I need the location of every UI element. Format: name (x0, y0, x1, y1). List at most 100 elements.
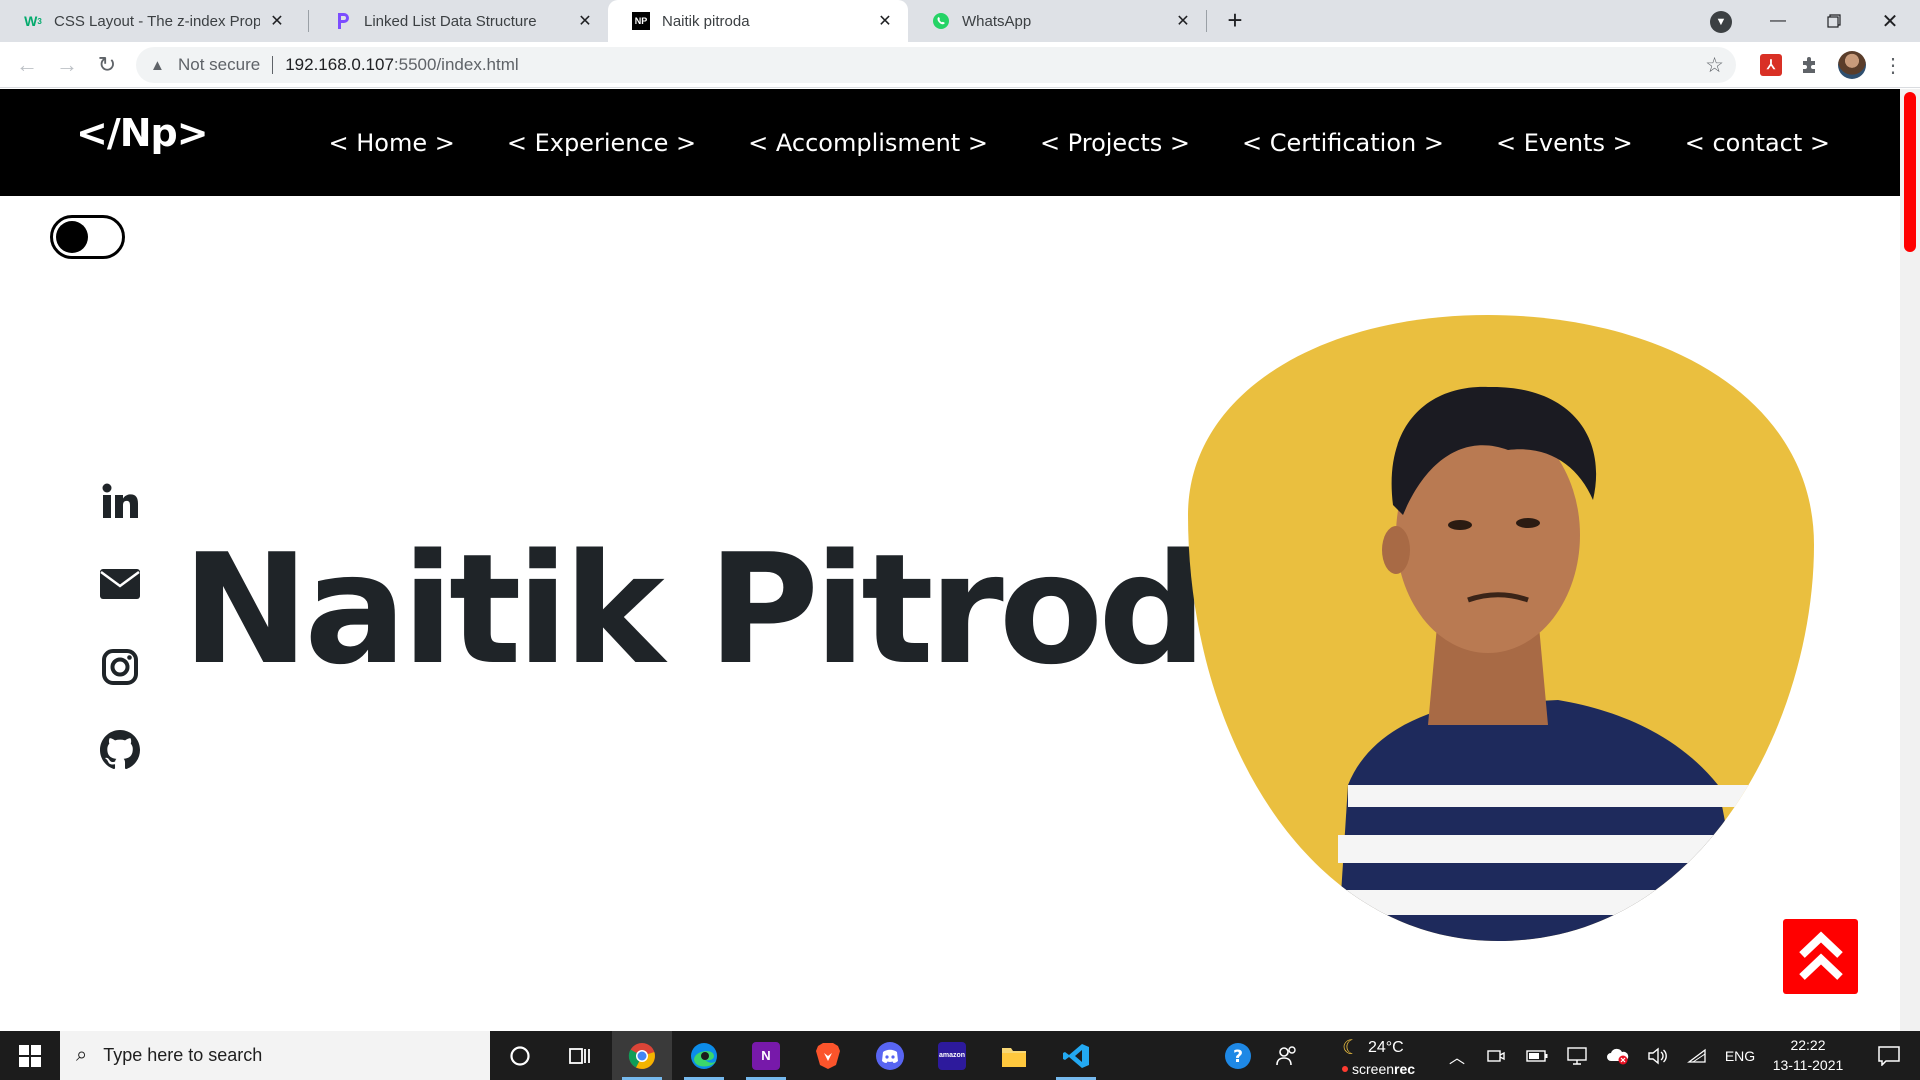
nav-projects[interactable]: < Projects > (1040, 129, 1190, 157)
search-icon: ⌕ (76, 1044, 88, 1066)
profile-photo (1188, 315, 1814, 941)
menu-dots-icon[interactable]: ⋮ (1880, 52, 1906, 78)
linkedin-icon[interactable] (98, 479, 142, 523)
url-text[interactable]: 192.168.0.107:5500/index.html (285, 55, 518, 75)
restore-icon (1827, 14, 1841, 28)
tab-whatsapp[interactable]: WhatsApp ✕ (908, 0, 1206, 42)
camera-icon[interactable] (1484, 1031, 1508, 1080)
battery-icon[interactable] (1524, 1031, 1550, 1080)
language-text: ENG (1724, 1047, 1756, 1064)
url-path: :5500/index.html (393, 55, 519, 74)
double-chevron-up-icon (1798, 930, 1843, 980)
help-icon[interactable]: ? (1220, 1031, 1256, 1080)
svg-text:?: ? (1233, 1047, 1243, 1067)
clock[interactable]: 22:22 13-11-2021 (1756, 1035, 1860, 1075)
programiz-icon (334, 12, 352, 30)
github-icon[interactable] (98, 728, 142, 772)
browser-toolbar: ← → ↻ ▲ Not secure 192.168.0.107:5500/in… (0, 42, 1920, 88)
recording-dot-icon (1342, 1066, 1348, 1072)
volume-icon[interactable] (1644, 1031, 1670, 1080)
language-indicator[interactable]: ENG (1722, 1031, 1758, 1080)
tab-title: CSS Layout - The z-index Property (54, 12, 260, 30)
recorder-label-bold: rec (1394, 1061, 1416, 1077)
bookmark-star-icon[interactable]: ☆ (1705, 53, 1724, 78)
close-icon[interactable]: ✕ (876, 12, 894, 30)
browser-tab-strip: W3 CSS Layout - The z-index Property ✕ L… (0, 0, 1920, 42)
search-placeholder: Type here to search (103, 1045, 263, 1065)
tab-title: WhatsApp (962, 12, 1032, 30)
tab-linked-list[interactable]: Linked List Data Structure ✕ (310, 0, 608, 42)
tab-search-icon[interactable]: ▼ (1710, 11, 1732, 33)
close-window-button[interactable]: ✕ (1862, 0, 1918, 42)
tab-css-layout[interactable]: W3 CSS Layout - The z-index Property ✕ (0, 0, 300, 42)
onenote-icon[interactable]: N (736, 1031, 796, 1080)
nav-accomplisment[interactable]: < Accomplisment > (748, 129, 988, 157)
windows-taskbar: ⌕ Type here to search N amazon ? ☾ 24°C (0, 1031, 1920, 1080)
pdf-extension-icon[interactable]: ⅄ (1760, 54, 1782, 76)
new-tab-button[interactable]: + (1220, 6, 1250, 36)
minimize-button[interactable]: — (1750, 0, 1806, 42)
moon-icon: ☾ (1342, 1037, 1360, 1059)
page-scrollbar[interactable] (1900, 89, 1920, 1031)
chevron-up-icon[interactable]: ︿ (1446, 1031, 1468, 1080)
notification-icon[interactable] (1864, 1031, 1914, 1080)
people-icon[interactable] (1272, 1031, 1302, 1080)
w3schools-icon: W3 (24, 13, 42, 29)
web-page: </Np> < Home > < Experience > < Accompli… (0, 89, 1920, 1031)
divider (272, 56, 274, 74)
close-icon[interactable]: ✕ (576, 12, 594, 30)
warning-icon: ▲ (150, 56, 165, 74)
tab-title: Linked List Data Structure (364, 12, 537, 30)
extensions-puzzle-icon[interactable] (1797, 52, 1823, 78)
reload-button[interactable]: ↻ (92, 50, 122, 80)
brave-icon[interactable] (798, 1031, 858, 1080)
whatsapp-icon (932, 12, 950, 30)
cortana-icon[interactable] (490, 1031, 550, 1080)
nav-links: < Home > < Experience > < Accomplisment … (328, 89, 1830, 196)
tab-naitik-pitroda[interactable]: NP Naitik pitroda ✕ (608, 0, 908, 42)
onedrive-error-icon[interactable] (1604, 1031, 1632, 1080)
task-view-icon[interactable] (550, 1031, 610, 1080)
clock-date: 13-11-2021 (1772, 1057, 1844, 1073)
profile-avatar[interactable] (1838, 51, 1866, 79)
mail-icon[interactable] (98, 562, 142, 606)
nav-home[interactable]: < Home > (328, 129, 454, 157)
clock-time: 22:22 (1790, 1037, 1826, 1053)
nav-events[interactable]: < Events > (1496, 129, 1633, 157)
chrome-icon[interactable] (612, 1031, 672, 1080)
restore-button[interactable] (1806, 0, 1862, 42)
tab-title: Naitik pitroda (662, 12, 750, 30)
toggle-knob (56, 221, 88, 253)
np-icon: NP (632, 12, 650, 30)
recorder-label: screen (1352, 1061, 1395, 1077)
weather-temp: 24°C (1367, 1038, 1404, 1056)
nav-contact[interactable]: < contact > (1685, 129, 1830, 157)
site-navbar: </Np> < Home > < Experience > < Accompli… (0, 89, 1900, 196)
display-icon[interactable] (1564, 1031, 1590, 1080)
nav-experience[interactable]: < Experience > (507, 129, 696, 157)
instagram-icon[interactable] (98, 645, 142, 689)
site-logo[interactable]: </Np> (76, 111, 209, 155)
theme-toggle[interactable] (50, 215, 125, 259)
windows-start-icon[interactable] (0, 1031, 60, 1080)
address-bar[interactable]: ▲ Not secure 192.168.0.107:5500/index.ht… (136, 47, 1736, 83)
back-button[interactable]: ← (12, 50, 42, 80)
taskbar-search-box[interactable]: ⌕ Type here to search (60, 1031, 490, 1080)
discord-icon[interactable] (860, 1031, 920, 1080)
edge-icon[interactable] (674, 1031, 734, 1080)
forward-button[interactable]: → (52, 50, 82, 80)
close-icon[interactable]: ✕ (268, 12, 286, 30)
wifi-icon[interactable] (1684, 1031, 1710, 1080)
security-label[interactable]: Not secure (178, 55, 260, 75)
amazon-music-icon[interactable]: amazon (922, 1031, 982, 1080)
close-icon[interactable]: ✕ (1174, 12, 1192, 30)
hero-name: Naitik Pitroda (182, 521, 1305, 698)
nav-certification[interactable]: < Certification > (1242, 129, 1444, 157)
scrollbar-thumb[interactable] (1904, 92, 1916, 252)
weather-widget[interactable]: ☾ 24°C screen rec (1342, 1031, 1442, 1080)
vscode-icon[interactable] (1046, 1031, 1106, 1080)
tab-divider (1206, 10, 1207, 32)
scroll-to-top-button[interactable] (1783, 919, 1858, 994)
file-explorer-icon[interactable] (984, 1031, 1044, 1080)
url-host: 192.168.0.107 (285, 55, 394, 74)
